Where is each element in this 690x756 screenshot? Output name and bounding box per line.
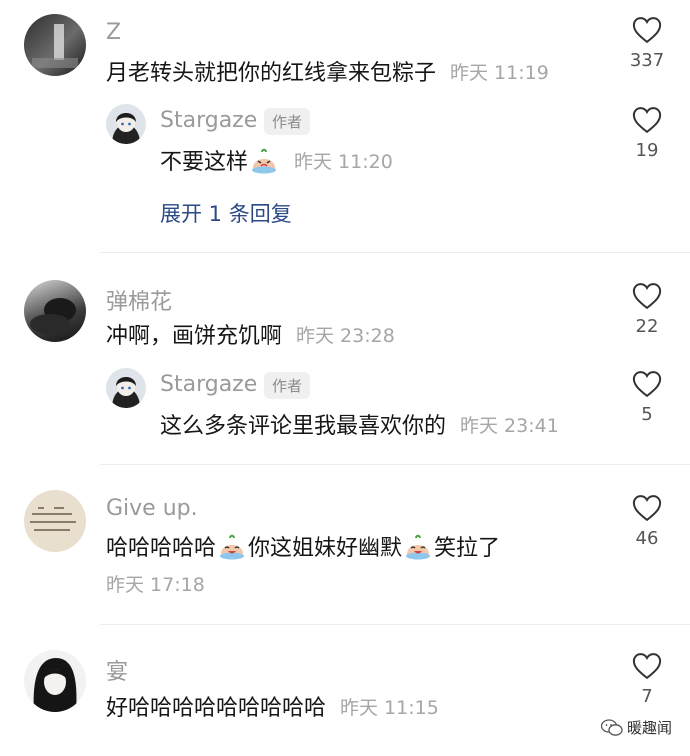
- like-button[interactable]: 5: [616, 370, 678, 425]
- timestamp: 昨天 11:20: [294, 150, 393, 173]
- like-button[interactable]: 46: [616, 494, 678, 549]
- watermark: 暖趣闻: [600, 717, 672, 738]
- heart-icon: [632, 17, 662, 44]
- comment-text: 月老转头就把你的红线拿来包粽子: [106, 61, 437, 86]
- timestamp: 昨天 11:15: [340, 696, 439, 719]
- author-badge: 作者: [264, 372, 311, 399]
- comment-text-line: 好哈哈哈哈哈哈哈哈哈 昨天 11:15: [106, 690, 439, 722]
- reply-text-line: 不要这样 昨天 11:20: [160, 144, 393, 176]
- like-count: 5: [641, 404, 653, 425]
- heart-icon: [632, 653, 662, 680]
- expand-replies-link[interactable]: 展开 1 条回复: [160, 198, 292, 228]
- heart-icon: [632, 371, 662, 398]
- avatar[interactable]: [24, 14, 86, 76]
- timestamp: 昨天 23:28: [296, 324, 395, 347]
- heart-icon: [632, 495, 662, 522]
- username[interactable]: Z: [106, 20, 121, 45]
- divider: [100, 464, 690, 465]
- laugh-cry-face-icon: [406, 534, 431, 560]
- like-count: 19: [635, 140, 659, 161]
- divider: [100, 252, 690, 253]
- comment-text-part: 哈哈哈哈哈: [106, 536, 217, 561]
- wechat-icon: [600, 718, 623, 736]
- comment-text: 好哈哈哈哈哈哈哈哈哈: [106, 696, 327, 721]
- reply-text: 这么多条评论里我最喜欢你的: [160, 414, 447, 439]
- comment-text-line: 冲啊，画饼充饥啊 昨天 23:28: [106, 318, 395, 350]
- username[interactable]: Give up.: [106, 496, 198, 521]
- comment-text-line: 哈哈哈哈哈 你这姐妹好幽默 笑拉了: [106, 530, 500, 562]
- author-badge: 作者: [264, 108, 311, 135]
- watermark-text: 暖趣闻: [626, 719, 672, 737]
- like-count: 7: [641, 686, 653, 707]
- divider: [100, 624, 690, 625]
- laugh-cry-face-icon: [220, 534, 245, 560]
- like-button[interactable]: 22: [616, 282, 678, 337]
- timestamp: 昨天 17:18: [106, 574, 205, 596]
- comment-text-part: 笑拉了: [434, 536, 501, 561]
- like-count: 337: [629, 50, 665, 71]
- heart-icon: [632, 107, 662, 134]
- like-button[interactable]: 19: [616, 106, 678, 161]
- like-count: 46: [635, 528, 659, 549]
- reply-text: 不要这样: [160, 150, 249, 175]
- like-button[interactable]: 337: [616, 16, 678, 71]
- timestamp: 昨天 11:19: [450, 61, 549, 84]
- like-button[interactable]: 7: [616, 652, 678, 707]
- comment-text: 冲啊，画饼充饥啊: [106, 324, 283, 349]
- avatar[interactable]: [24, 280, 86, 342]
- avatar[interactable]: [24, 490, 86, 552]
- reply-text-line: 这么多条评论里我最喜欢你的 昨天 23:41: [160, 408, 559, 440]
- username[interactable]: 宴: [106, 654, 128, 686]
- timestamp: 昨天 23:41: [460, 414, 559, 437]
- avatar[interactable]: [106, 104, 146, 144]
- comment-text-part: 你这姐妹好幽默: [248, 536, 403, 561]
- avatar[interactable]: [106, 368, 146, 408]
- like-count: 22: [635, 316, 659, 337]
- avatar[interactable]: [24, 650, 86, 712]
- reply-username[interactable]: Stargaze: [160, 108, 257, 133]
- crying-face-icon: [252, 148, 277, 174]
- username[interactable]: 弹棉花: [106, 284, 172, 316]
- heart-icon: [632, 283, 662, 310]
- reply-username[interactable]: Stargaze: [160, 372, 257, 397]
- comment-text-line: 月老转头就把你的红线拿来包粽子 昨天 11:19: [106, 55, 549, 87]
